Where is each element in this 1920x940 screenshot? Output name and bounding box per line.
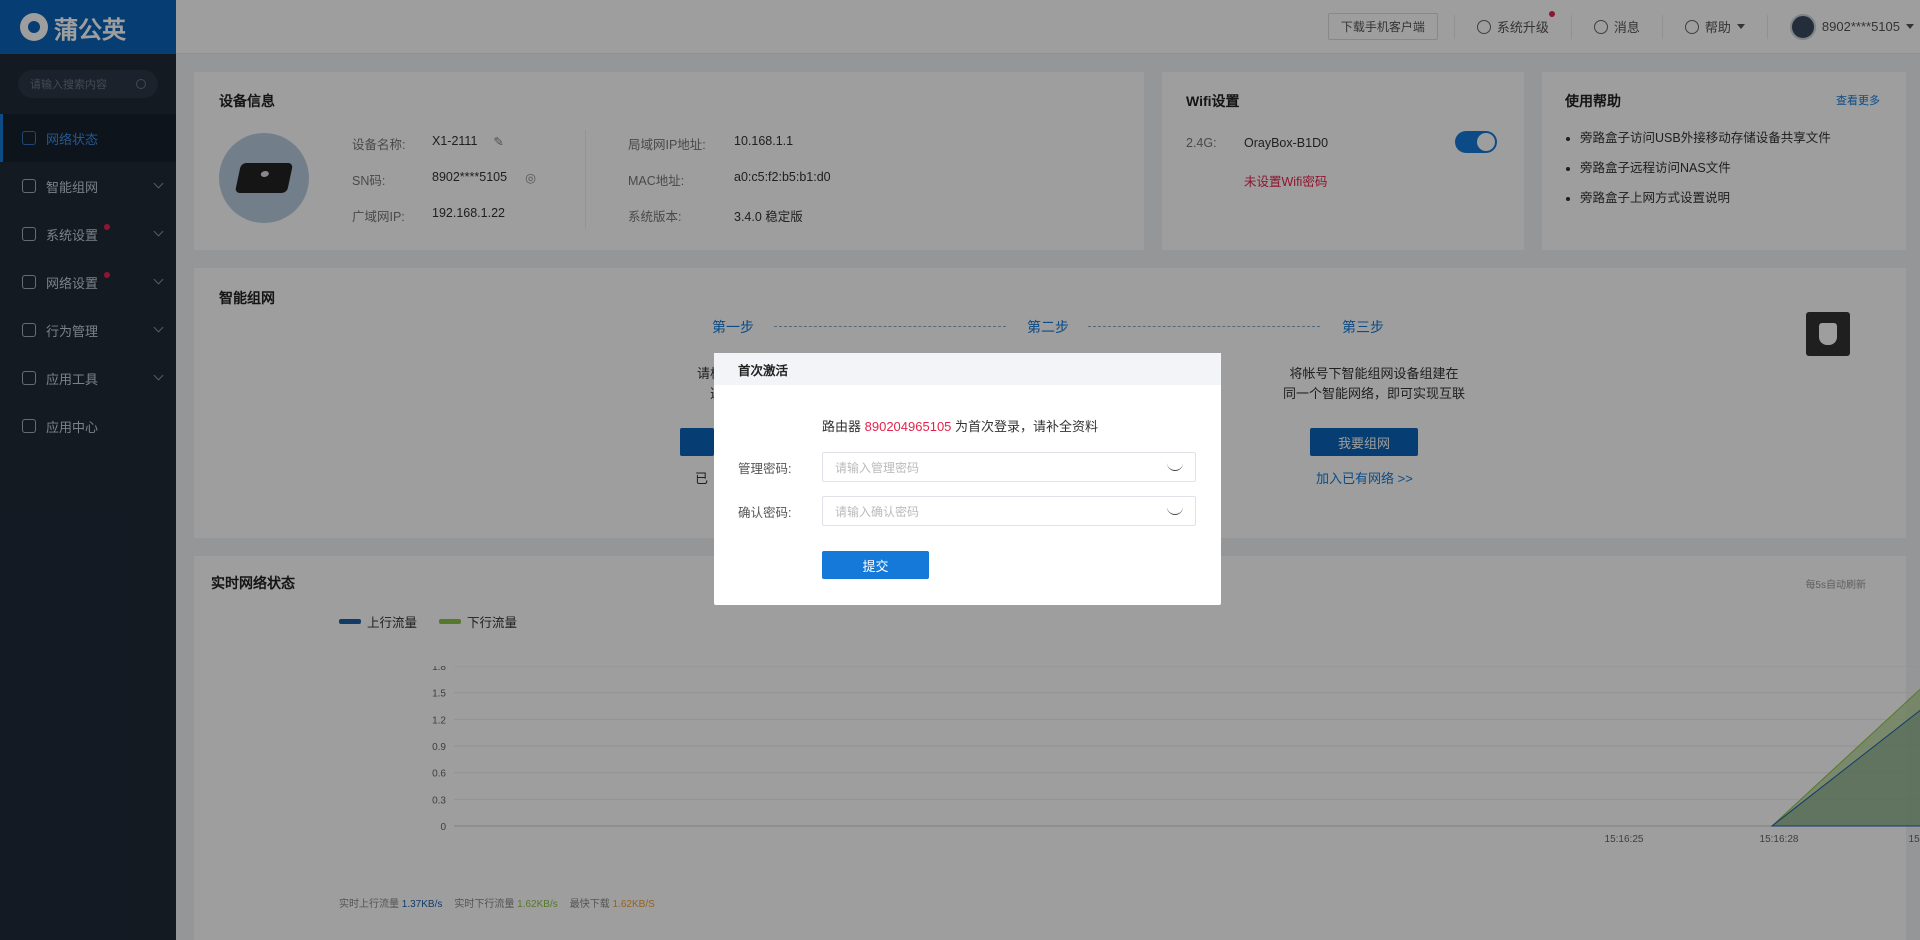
first-activation-dialog: 首次激活 路由器 890204965105 为首次登录，请补全资料 管理密码: …: [714, 353, 1221, 605]
msg-suffix: 为首次登录，请补全资料: [955, 419, 1099, 434]
admin-password-row: 管理密码: 请输入管理密码: [738, 452, 1196, 482]
admin-password-input[interactable]: 请输入管理密码: [822, 452, 1196, 482]
eye-closed-icon[interactable]: [1167, 507, 1183, 515]
admin-password-placeholder: 请输入管理密码: [835, 460, 920, 475]
submit-button[interactable]: 提交: [822, 551, 929, 579]
dialog-message: 路由器 890204965105 为首次登录，请补全资料: [822, 416, 1098, 435]
confirm-password-placeholder: 请输入确认密码: [835, 504, 920, 519]
router-sn: 890204965105: [864, 419, 952, 434]
admin-password-label: 管理密码:: [738, 461, 792, 476]
dialog-title: 首次激活: [714, 353, 1221, 385]
msg-prefix: 路由器: [822, 419, 862, 434]
eye-closed-icon[interactable]: [1167, 463, 1183, 471]
confirm-password-row: 确认密码: 请输入确认密码: [738, 496, 1196, 526]
confirm-password-label: 确认密码:: [738, 505, 792, 520]
confirm-password-input[interactable]: 请输入确认密码: [822, 496, 1196, 526]
